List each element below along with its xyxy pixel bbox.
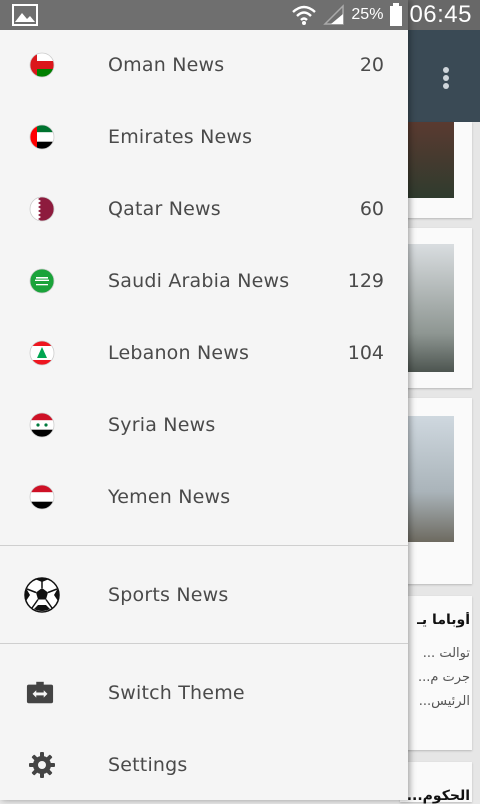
battery-icon	[390, 3, 403, 26]
nav-item-label: Lebanon News	[108, 342, 250, 364]
nav-item-sports[interactable]: Sports News	[0, 559, 408, 631]
nav-item-lebanon[interactable]: Lebanon News 104	[0, 317, 408, 389]
nav-item-saudi-arabia[interactable]: Saudi Arabia News 129	[0, 245, 408, 317]
nav-item-label: Syria News	[108, 414, 216, 436]
nav-item-label: Saudi Arabia News	[108, 270, 290, 292]
nav-item-label: Switch Theme	[108, 682, 245, 704]
image-icon	[12, 4, 38, 26]
saudi-flag-icon	[29, 268, 55, 294]
gear-icon	[29, 752, 55, 778]
signal-icon	[323, 4, 345, 25]
divider	[0, 643, 408, 644]
lebanon-flag-icon	[29, 340, 55, 366]
nav-item-emirates[interactable]: Emirates News	[0, 101, 408, 173]
status-bar: 25% 06:45	[0, 0, 480, 30]
news-image	[400, 244, 454, 372]
divider	[0, 545, 408, 546]
clock: 06:45	[409, 1, 472, 28]
navigation-drawer: Oman News 20 Emirates News Qatar News 60…	[0, 0, 408, 800]
nav-item-label: Sports News	[108, 584, 229, 606]
battery-percent: 25%	[351, 6, 384, 23]
soccer-ball-icon	[24, 577, 60, 613]
article-title: أوباما يـ	[417, 612, 470, 628]
article-title: الحكوم...	[408, 788, 470, 804]
nav-item-switch-theme[interactable]: Switch Theme	[0, 657, 408, 729]
nav-item-label: Oman News	[108, 54, 225, 76]
nav-item-settings[interactable]: Settings	[0, 729, 408, 801]
news-count-badge: 20	[359, 54, 384, 76]
nav-item-label: Settings	[108, 754, 188, 776]
switch-theme-icon	[26, 681, 54, 704]
news-count-badge: 60	[359, 198, 384, 220]
nav-item-qatar[interactable]: Qatar News 60	[0, 173, 408, 245]
uae-flag-icon	[29, 124, 55, 150]
nav-item-yemen[interactable]: Yemen News	[0, 461, 408, 533]
article-line: توالت ...	[422, 646, 470, 661]
article-line: جرت م...	[417, 670, 470, 685]
nav-item-syria[interactable]: Syria News	[0, 389, 408, 461]
article-line: الرئيس...	[418, 694, 470, 709]
overflow-menu-icon[interactable]	[436, 62, 456, 94]
oman-flag-icon	[29, 52, 55, 78]
qatar-flag-icon	[29, 196, 55, 222]
nav-item-label: Yemen News	[108, 486, 231, 508]
news-image	[400, 416, 454, 542]
nav-item-label: Qatar News	[108, 198, 221, 220]
wifi-icon	[292, 5, 317, 25]
nav-item-label: Emirates News	[108, 126, 253, 148]
news-image	[400, 122, 454, 198]
news-count-badge: 129	[347, 270, 384, 292]
news-count-badge: 104	[347, 342, 384, 364]
syria-flag-icon	[29, 412, 55, 438]
yemen-flag-icon	[29, 484, 55, 510]
nav-item-oman[interactable]: Oman News 20	[0, 29, 408, 101]
